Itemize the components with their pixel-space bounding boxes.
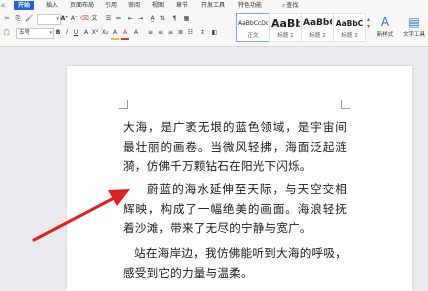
increase-indent-icon[interactable]: ⇥: [136, 14, 145, 24]
search-label: 查找: [286, 2, 299, 9]
style-heading-2[interactable]: AaBbC 标题 2: [301, 13, 334, 42]
bold-icon[interactable]: B: [54, 28, 62, 38]
ribbon-tabbar: ≡ 开始 插入 页面布局 引用 审阅 视图 章节 开发工具 特色功能 ⌕查找: [0, 0, 428, 11]
search-icon: ⌕: [282, 2, 286, 9]
line-spacing-icon[interactable]: ↕: [198, 28, 207, 38]
chinese-layout-icon[interactable]: A̲: [148, 14, 157, 24]
decrease-indent-icon[interactable]: ⇤: [126, 14, 135, 24]
align-left-icon[interactable]: ≡: [146, 28, 155, 38]
new-style-icon: A: [380, 15, 390, 29]
styles-gallery: AaBbCcDd 正文 AaBb 标题 1 AaBbC 标题 2 AaBbC 标…: [236, 13, 366, 44]
superscript-icon[interactable]: X²: [91, 28, 99, 38]
tab-review[interactable]: 审阅: [128, 0, 140, 11]
font-size-value: 五号: [19, 30, 31, 36]
style-heading-3[interactable]: AaBbC 标题 3: [333, 13, 366, 42]
borders-icon[interactable]: ▦: [182, 14, 191, 24]
copy-icon[interactable]: ⎘: [13, 14, 23, 24]
grow-font-icon[interactable]: A⁺: [60, 14, 69, 24]
tab-insert[interactable]: 插入: [46, 0, 58, 11]
shrink-font-icon[interactable]: A⁻: [70, 14, 79, 24]
document-page[interactable]: 大海，是广袤无垠的蓝色领域，是宇宙间最壮丽的画卷。当微风轻拂，海面泛起涟漪，仿佛…: [67, 66, 412, 291]
sort-icon[interactable]: ⇅: [158, 14, 167, 24]
chevron-down-icon: ▾: [49, 30, 52, 36]
style-normal[interactable]: AaBbCcDd 正文: [236, 13, 270, 42]
margin-corner-mark: [341, 100, 350, 109]
cut-icon[interactable]: ✂: [2, 14, 12, 24]
paragraph-1[interactable]: 大海，是广袤无垠的蓝色领域，是宇宙间最壮丽的画卷。当微风轻拂，海面泛起涟漪，仿佛…: [123, 118, 347, 177]
highlight-color-icon[interactable]: A: [111, 28, 119, 40]
menu-icon[interactable]: ≡: [0, 0, 6, 11]
tab-view[interactable]: 视图: [152, 0, 164, 11]
font-color-icon[interactable]: A: [121, 28, 129, 40]
chevron-down-icon: ▾: [56, 16, 59, 22]
paragraph-2[interactable]: 蔚蓝的海水延伸至天际，与天空交相辉映，构成了一幅绝美的画面。海浪轻抚着沙滩，带来…: [123, 180, 347, 239]
tab-developer[interactable]: 开发工具: [201, 0, 225, 11]
bullet-list-icon[interactable]: ☰: [104, 14, 113, 24]
font-size-select[interactable]: 五号 ▾: [16, 28, 54, 39]
tab-start[interactable]: 开始: [14, 1, 35, 10]
subscript-icon[interactable]: X₂: [101, 28, 109, 38]
ribbon: ≡ 开始 插入 页面布局 引用 审阅 视图 章节 开发工具 特色功能 ⌕查找 ✂…: [0, 0, 428, 47]
text-tool-icon: ▤: [408, 15, 420, 29]
show-marks-icon[interactable]: ¶: [170, 14, 179, 24]
distributed-icon[interactable]: ☷: [186, 28, 195, 38]
italic-icon[interactable]: I: [63, 28, 71, 38]
font-name-select[interactable]: ▾: [37, 14, 61, 25]
numbered-list-icon[interactable]: ≔: [114, 14, 123, 24]
search-tab[interactable]: ⌕查找: [282, 0, 298, 11]
align-center-icon[interactable]: ≡: [156, 28, 165, 38]
tab-references[interactable]: 引用: [105, 0, 117, 11]
text-effects-icon[interactable]: A: [82, 28, 90, 38]
align-right-icon[interactable]: ≡: [166, 28, 175, 38]
paste-icon[interactable]: 📋: [2, 28, 12, 38]
clear-format-icon[interactable]: ⌫: [80, 14, 89, 24]
style-heading-1[interactable]: AaBb 标题 1: [269, 13, 302, 42]
tab-sections[interactable]: 章节: [176, 0, 188, 11]
shading-icon[interactable]: ◧: [210, 28, 219, 38]
underline-icon[interactable]: U: [72, 28, 80, 38]
tab-page-layout[interactable]: 页面布局: [70, 0, 94, 11]
styles-more-icon[interactable]: ▴ ▾: [367, 16, 370, 30]
justify-icon[interactable]: ≣: [176, 28, 185, 38]
new-style-button[interactable]: A 新样式: [371, 13, 399, 43]
format-painter-icon[interactable]: 🖌: [24, 14, 34, 24]
paragraph-3[interactable]: 站在海岸边，我仿佛能听到大海的呼吸，感受到它的力量与温柔。: [123, 244, 347, 283]
margin-corner-mark: [119, 100, 128, 109]
text-tool-button[interactable]: ▤ 文字工具: [400, 13, 428, 43]
phonetic-icon[interactable]: 文: [90, 14, 99, 24]
font-toolbar-row-2: 📋 五号 ▾ B I U A X² X₂ A A A ≡ ≡ ≡ ≣ ☷ ↕ ◧: [0, 27, 236, 40]
char-shading-icon[interactable]: A: [132, 28, 140, 38]
quick-access-toolbar: ≡: [0, 0, 6, 11]
font-toolbar-row-1: ✂ ⎘ 🖌 ▾ A⁺ A⁻ ⌫ 文 ☰ ≔ ⇤ ⇥ A̲ ⇅ ¶ ▦: [0, 13, 236, 25]
tab-special-features[interactable]: 特色功能: [238, 0, 262, 11]
